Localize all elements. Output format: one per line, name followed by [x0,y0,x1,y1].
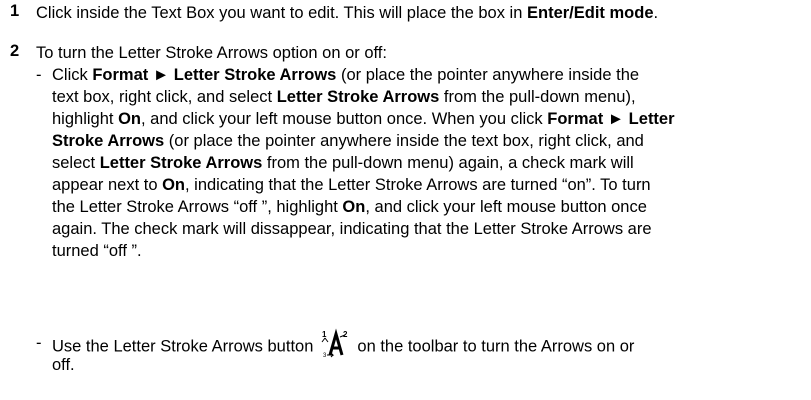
bullet-dash: - [36,334,42,352]
paragraph-line: the Letter Stroke Arrows “off ”, highlig… [52,198,647,216]
paragraph-line: Stroke Arrows (or place the pointer anyw… [52,132,644,150]
bullet-dash: - [36,66,42,84]
paragraph-line: highlight On, and click your left mouse … [52,110,675,128]
instruction-document: 1 Click inside the Text Box you want to … [0,0,811,400]
svg-text:1: 1 [322,330,327,339]
paragraph-line: again. The check mark will dissappear, i… [52,220,652,238]
bullet-2-paragraph: Use the Letter Stroke Arrows button 1 2 … [52,328,635,374]
paragraph-line: text box, right click, and select Letter… [52,88,636,106]
svg-text:2: 2 [343,330,348,339]
paragraph-line: Click Format ► Letter Stroke Arrows (or … [52,66,640,84]
step-text: Click inside the Text Box you want to ed… [36,4,659,22]
step-number: 1 [10,2,20,20]
paragraph-line: appear next to On, indicating that the L… [52,176,651,194]
step-number: 2 [10,42,20,60]
svg-text:3: 3 [323,353,327,358]
paragraph-line: turned “off ”. [52,242,142,260]
letter-stroke-arrows-icon: 1 2 3 [321,328,351,359]
step-intro: To turn the Letter Stroke Arrows option … [36,44,387,62]
paragraph-line: select Letter Stroke Arrows from the pul… [52,154,634,172]
bullet-1-paragraph: Click Format ► Letter Stroke Arrows (or … [52,64,675,262]
